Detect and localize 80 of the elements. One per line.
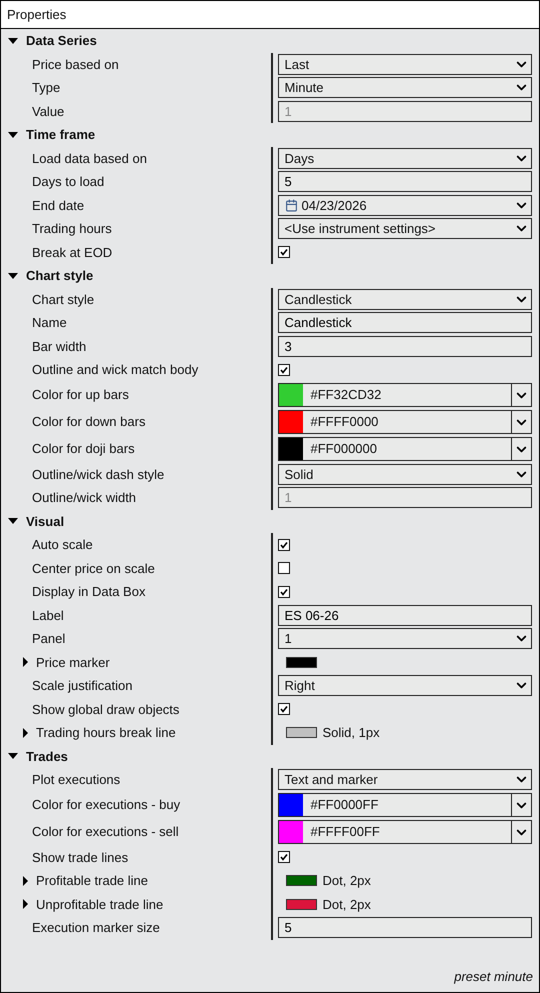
- section-title: Visual: [26, 512, 64, 530]
- caret-icon[interactable]: [20, 899, 30, 910]
- dropdown[interactable]: 1: [278, 628, 532, 650]
- property-label: Auto scale: [31, 536, 93, 554]
- stroke-text: Dot, 2px: [322, 896, 371, 914]
- property-label: Trading hours: [31, 220, 112, 238]
- dropdown[interactable]: Candlestick: [278, 288, 532, 310]
- preset-label: preset minute: [454, 968, 533, 986]
- property-label: Color for executions - sell: [31, 823, 179, 842]
- property-label: End date: [31, 196, 84, 214]
- property-label: Center price on scale: [31, 560, 155, 578]
- input-field[interactable]: 5: [278, 917, 532, 938]
- stroke-text: Solid, 1px: [322, 724, 380, 742]
- property-label: Bar width: [31, 338, 86, 356]
- property-label: Color for up bars: [31, 386, 129, 404]
- property-label: Color for executions - buy: [31, 796, 180, 814]
- date-picker[interactable]: 04/23/2026: [278, 194, 532, 216]
- property-label: Load data based on: [31, 150, 147, 168]
- dropdown[interactable]: Solid: [278, 464, 532, 485]
- section-title: Trades: [26, 748, 68, 766]
- checkbox[interactable]: [278, 851, 290, 864]
- property-label: Color for doji bars: [31, 440, 135, 458]
- stroke-text: Dot, 2px: [322, 872, 371, 890]
- property-label: Trading hours break line: [36, 724, 176, 742]
- property-label: Label: [31, 606, 64, 624]
- property-label: Show trade lines: [31, 848, 128, 866]
- property-label: Chart style: [31, 290, 94, 309]
- checkbox[interactable]: [278, 538, 290, 551]
- input-field[interactable]: Candlestick: [278, 312, 532, 334]
- property-label: Price based on: [31, 56, 119, 74]
- caret-icon[interactable]: [8, 270, 18, 281]
- dropdown[interactable]: Days: [278, 148, 532, 169]
- checkbox[interactable]: [278, 246, 290, 258]
- property-label: Unprofitable trade line: [36, 896, 164, 914]
- section-title: Chart style: [26, 267, 94, 285]
- color-picker[interactable]: #FFFF00FF: [278, 820, 532, 844]
- property-label: Name: [31, 314, 67, 332]
- property-label: Break at EOD: [31, 244, 112, 262]
- checkbox[interactable]: [278, 703, 290, 716]
- color-picker[interactable]: #FF0000FF: [278, 793, 532, 817]
- dropdown[interactable]: <Use instrument settings>: [278, 218, 532, 240]
- input-field[interactable]: 3: [278, 336, 532, 357]
- checkbox[interactable]: [278, 364, 290, 376]
- property-label: Panel: [31, 630, 66, 648]
- property-label: Value: [31, 102, 64, 120]
- calendar-icon: [284, 198, 298, 212]
- caret-icon[interactable]: [20, 876, 30, 886]
- caret-icon[interactable]: [20, 728, 30, 738]
- property-label: Profitable trade line: [36, 872, 148, 890]
- section-title: Time frame: [26, 126, 96, 144]
- property-label: Outline and wick match body: [31, 361, 198, 379]
- window-title: Properties: [7, 6, 66, 24]
- property-label: Plot executions: [31, 771, 120, 789]
- dropdown[interactable]: Right: [278, 675, 532, 696]
- caret-icon[interactable]: [8, 130, 18, 140]
- caret-icon[interactable]: [8, 751, 18, 762]
- property-label: Scale justification: [31, 677, 132, 695]
- property-label: Execution marker size: [31, 919, 160, 937]
- caret-icon[interactable]: [8, 516, 18, 526]
- dropdown[interactable]: Minute: [278, 77, 532, 98]
- dropdown[interactable]: Text and marker: [278, 769, 532, 790]
- property-label: Outline/wick width: [31, 489, 136, 507]
- color-picker[interactable]: #FF000000: [278, 437, 532, 461]
- checkbox[interactable]: [278, 562, 290, 574]
- property-label: Type: [31, 79, 60, 97]
- color-picker[interactable]: #FFFF0000: [278, 410, 532, 434]
- checkbox[interactable]: [278, 586, 290, 598]
- property-label: Show global draw objects: [31, 700, 180, 719]
- property-label: Display in Data Box: [31, 583, 146, 601]
- input-field[interactable]: 5: [278, 171, 532, 192]
- property-label: Outline/wick dash style: [31, 466, 164, 484]
- property-label: Color for down bars: [31, 413, 146, 432]
- caret-icon[interactable]: [8, 36, 18, 46]
- section-title: Data Series: [26, 32, 97, 50]
- property-label: Days to load: [31, 173, 104, 191]
- color-picker[interactable]: #FF32CD32: [278, 383, 532, 407]
- input-field[interactable]: ES 06-26: [278, 604, 532, 626]
- property-label: Price marker: [36, 654, 110, 672]
- dropdown[interactable]: Last: [278, 54, 532, 75]
- caret-icon[interactable]: [20, 657, 30, 668]
